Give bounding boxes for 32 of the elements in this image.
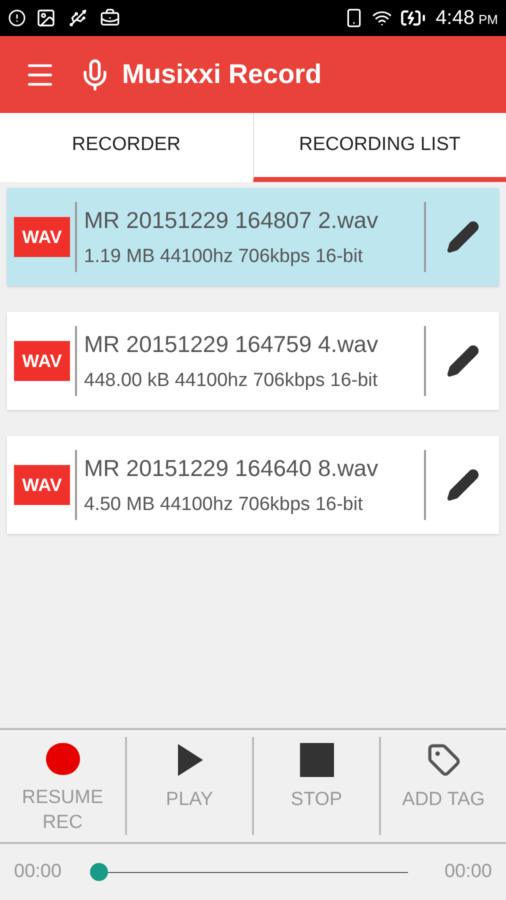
recording-item[interactable]: WAV MR 20151229 164640 8.wav 4.50 MB 44100hz 706kbps 16-bit xyxy=(7,436,499,534)
alert-icon xyxy=(8,9,26,27)
usb-icon xyxy=(68,8,88,28)
record-icon xyxy=(46,743,80,775)
tag-icon xyxy=(426,743,460,777)
edit-button[interactable] xyxy=(446,468,480,502)
elapsed-time: 00:00 xyxy=(14,860,62,884)
app-title: Musixxi Record xyxy=(122,58,322,92)
briefcase-icon xyxy=(100,8,120,28)
seek-slider[interactable] xyxy=(90,863,408,881)
slider-thumb[interactable] xyxy=(90,863,108,881)
edit-button[interactable] xyxy=(446,220,480,254)
file-details: 448.00 kB 44100hz 706kbps 16-bit xyxy=(84,369,379,393)
file-details: 4.50 MB 44100hz 706kbps 16-bit xyxy=(84,493,364,517)
total-time: 00:00 xyxy=(444,860,492,884)
image-icon xyxy=(36,8,56,28)
file-name: MR 20151229 164759 4.wav xyxy=(84,330,380,358)
format-badge: WAV xyxy=(14,217,70,257)
status-ampm: PM xyxy=(478,11,498,30)
stop-icon xyxy=(300,743,334,777)
file-name: MR 20151229 164640 8.wav xyxy=(84,454,380,482)
recording-item[interactable]: WAV MR 20151229 164807 2.wav 1.19 MB 44100hz 706kbps 16-bit xyxy=(7,188,499,286)
recording-item[interactable]: WAV MR 20151229 164759 4.wav 448.00 kB 44100hz 706kbps 16-bit xyxy=(7,312,499,410)
tab[interactable]: RECORDER xyxy=(0,113,252,182)
status-time: 4:48 xyxy=(436,6,474,31)
file-name: MR 20151229 164807 2.wav xyxy=(84,206,380,234)
file-details: 1.19 MB 44100hz 706kbps 16-bit xyxy=(84,245,364,269)
edit-button[interactable] xyxy=(446,344,480,378)
tab[interactable]: RECORDING LIST xyxy=(252,113,506,182)
format-badge: WAV xyxy=(14,465,70,505)
format-badge: WAV xyxy=(14,341,70,381)
play-icon xyxy=(176,743,204,777)
